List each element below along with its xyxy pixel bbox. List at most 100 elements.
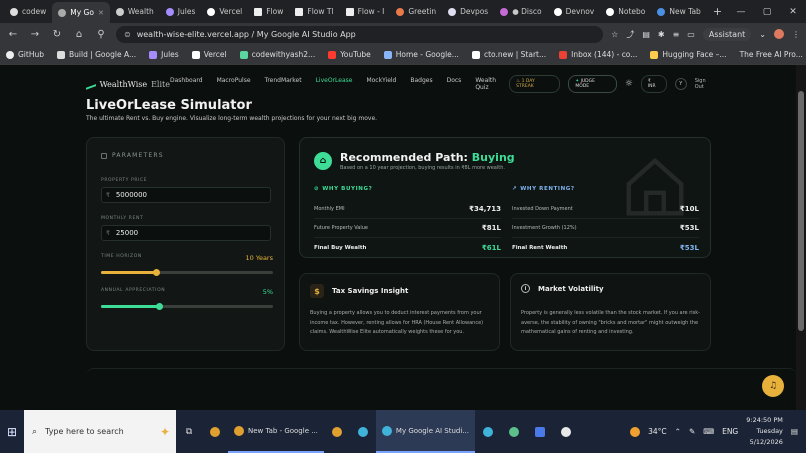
share-icon[interactable]: ⤴ [626,29,634,40]
bookmark-build-google[interactable]: Build | Google A... [57,50,136,59]
bookmark-hugging-face[interactable]: Hugging Face –... [650,50,727,59]
tab-devpos[interactable]: Devpos [442,2,494,21]
edge-dev-icon[interactable] [475,410,501,453]
time-horizon-slider[interactable] [101,269,273,276]
task-view-icon[interactable]: ⧉ [176,410,202,453]
bookmark-star-icon[interactable]: ☆ [611,30,618,39]
theme-toggle-icon[interactable]: ☼ [625,79,633,89]
nav-trendmarket[interactable]: TrendMarket [265,77,302,91]
extensions-icon[interactable]: ✱ [658,30,665,39]
taskbar-search[interactable]: ⌕ Type here to search ✦ [24,410,176,453]
extension-icon[interactable]: ⚲ [94,29,108,40]
tab-jules[interactable]: Jules [160,2,202,21]
user-avatar[interactable]: Y [674,78,687,90]
assistant-button[interactable]: Assistant [702,27,752,41]
tab-wealth[interactable]: Wealth [110,2,160,21]
close-tab-icon[interactable]: ✕ [98,9,104,17]
nav-docs[interactable]: Docs [447,77,462,91]
property-price-input[interactable]: ₹ 5000000 [101,187,271,203]
back-icon[interactable]: ← [6,29,20,40]
bookmark-jules[interactable]: Jules [149,50,179,59]
bookmark-cto-new[interactable]: cto.new | Start... [471,50,546,59]
appreciation-handle[interactable] [156,303,164,310]
nav-mockyield[interactable]: MockYield [366,77,396,91]
home-icon[interactable]: ⌂ [72,29,86,40]
address-bar[interactable]: ⊜ wealth-wise-elite.vercel.app / My Goog… [116,25,604,43]
time-horizon-label: TIME HORIZON [101,254,142,259]
chevron-down-icon[interactable]: ⌄ [759,30,766,39]
minimize-icon[interactable]: — [728,7,754,17]
clock[interactable]: 9:24:50 PM Tuesday 5/12/2026 [746,415,783,448]
recommendation-title: Recommended Path: Buying [340,151,515,164]
maximize-icon[interactable]: ▢ [754,7,780,17]
app-navbar: WealthWise Elite Dashboard MacroPulse Tr… [86,73,716,95]
time-horizon-handle[interactable] [153,269,161,276]
tab-codew[interactable]: codew [4,2,52,21]
youtube-icon [328,50,337,59]
new-tab-button[interactable]: + [707,2,728,21]
currency-button[interactable]: ₹ INR [640,75,667,93]
tab-disco[interactable]: ● Disco [494,2,547,21]
row-label: Monthly EMI [314,206,345,212]
nav-liveorlease[interactable]: LiveOrLease [316,77,353,91]
nav-badges[interactable]: Badges [410,77,432,91]
taskbar-window-new-tab[interactable]: New Tab - Google ... [228,410,324,453]
tab-greetin[interactable]: Greetin [390,2,442,21]
reload-icon[interactable]: ↻ [50,29,64,40]
windows-start-icon[interactable]: ⊞ [0,425,24,439]
vercel-icon [207,7,216,16]
forward-icon[interactable]: → [28,29,42,40]
profile-sync-icon[interactable]: ▭ [687,30,695,39]
chevron-up-icon[interactable]: ⌃ [675,427,681,436]
tab-flow-i[interactable]: Flow - I [340,2,391,21]
bookmark-codewithyash[interactable]: codewithyash2... [239,50,315,59]
page-scrollbar[interactable] [796,65,806,410]
notifications-icon[interactable]: ▤ [791,427,798,436]
menu-lines-icon[interactable]: ≡ [673,30,680,39]
sidepanel-icon[interactable]: ▤ [642,30,650,39]
tab-flow[interactable]: Flow [248,2,289,21]
nav-wealth-quiz[interactable]: Wealth Quiz [475,77,509,91]
pen-icon[interactable]: ✎ [689,427,695,436]
taskbar-window-ai-studio[interactable]: My Google AI Studi... [375,410,475,453]
chrome-icon[interactable] [202,410,228,453]
appreciation-label: ANNUAL APPRECIATION [101,288,166,293]
bookmark-github[interactable]: GitHub [6,50,44,59]
appreciation-slider[interactable] [101,303,273,310]
sign-out-link[interactable]: Sign Out [695,78,716,90]
judge-mode-button[interactable]: ✦ JUDGE MODE [568,75,617,93]
teams-icon[interactable] [553,410,579,453]
tab-notebo[interactable]: Notebo [600,2,651,21]
row-value: ₹53L [679,224,699,232]
close-window-icon[interactable]: ✕ [780,7,806,17]
keyboard-icon[interactable]: ⌨ [703,427,714,436]
app-logo[interactable]: WealthWise Elite [86,78,170,90]
profile-avatar[interactable] [774,29,784,39]
edge-canary-icon[interactable] [501,410,527,453]
bookmark-inbox[interactable]: Inbox (144) - co... [559,50,637,59]
tab-vercel[interactable]: Vercel [201,2,248,21]
bookmark-home-google[interactable]: Home - Google... [383,50,459,59]
tab-my-google-ai[interactable]: My Go ✕ [52,2,110,23]
edge-icon[interactable] [350,410,376,453]
bookmark-youtube[interactable]: YouTube [328,50,371,59]
bookmark-vercel[interactable]: Vercel [191,50,227,59]
site-info-icon[interactable]: ⊜ [124,30,131,39]
notification-bell-button[interactable]: ♫ [762,375,784,397]
store-icon[interactable] [527,410,553,453]
tab-new-tab[interactable]: New Tab [651,2,706,21]
monthly-rent-input[interactable]: ₹ 25000 [101,225,271,241]
greeting-icon [396,7,405,16]
temperature[interactable]: 34°C [648,427,667,436]
bookmark-free-ai[interactable]: The Free AI Pro... [740,50,803,59]
scrollbar-thumb[interactable] [798,91,804,331]
tab-flow-tl[interactable]: Flow Tl [289,2,339,21]
chrome-profile-icon[interactable] [324,410,350,453]
investment-growth-row: Investment Growth (12%) ₹53L [512,219,699,238]
row-label: Future Property Value [314,225,368,231]
language-indicator[interactable]: ENG [722,427,738,436]
tab-devnov[interactable]: Devnov [548,2,601,21]
nav-macropulse[interactable]: MacroPulse [217,77,251,91]
nav-dashboard[interactable]: Dashboard [170,77,203,91]
kebab-menu-icon[interactable]: ⋮ [792,30,800,39]
